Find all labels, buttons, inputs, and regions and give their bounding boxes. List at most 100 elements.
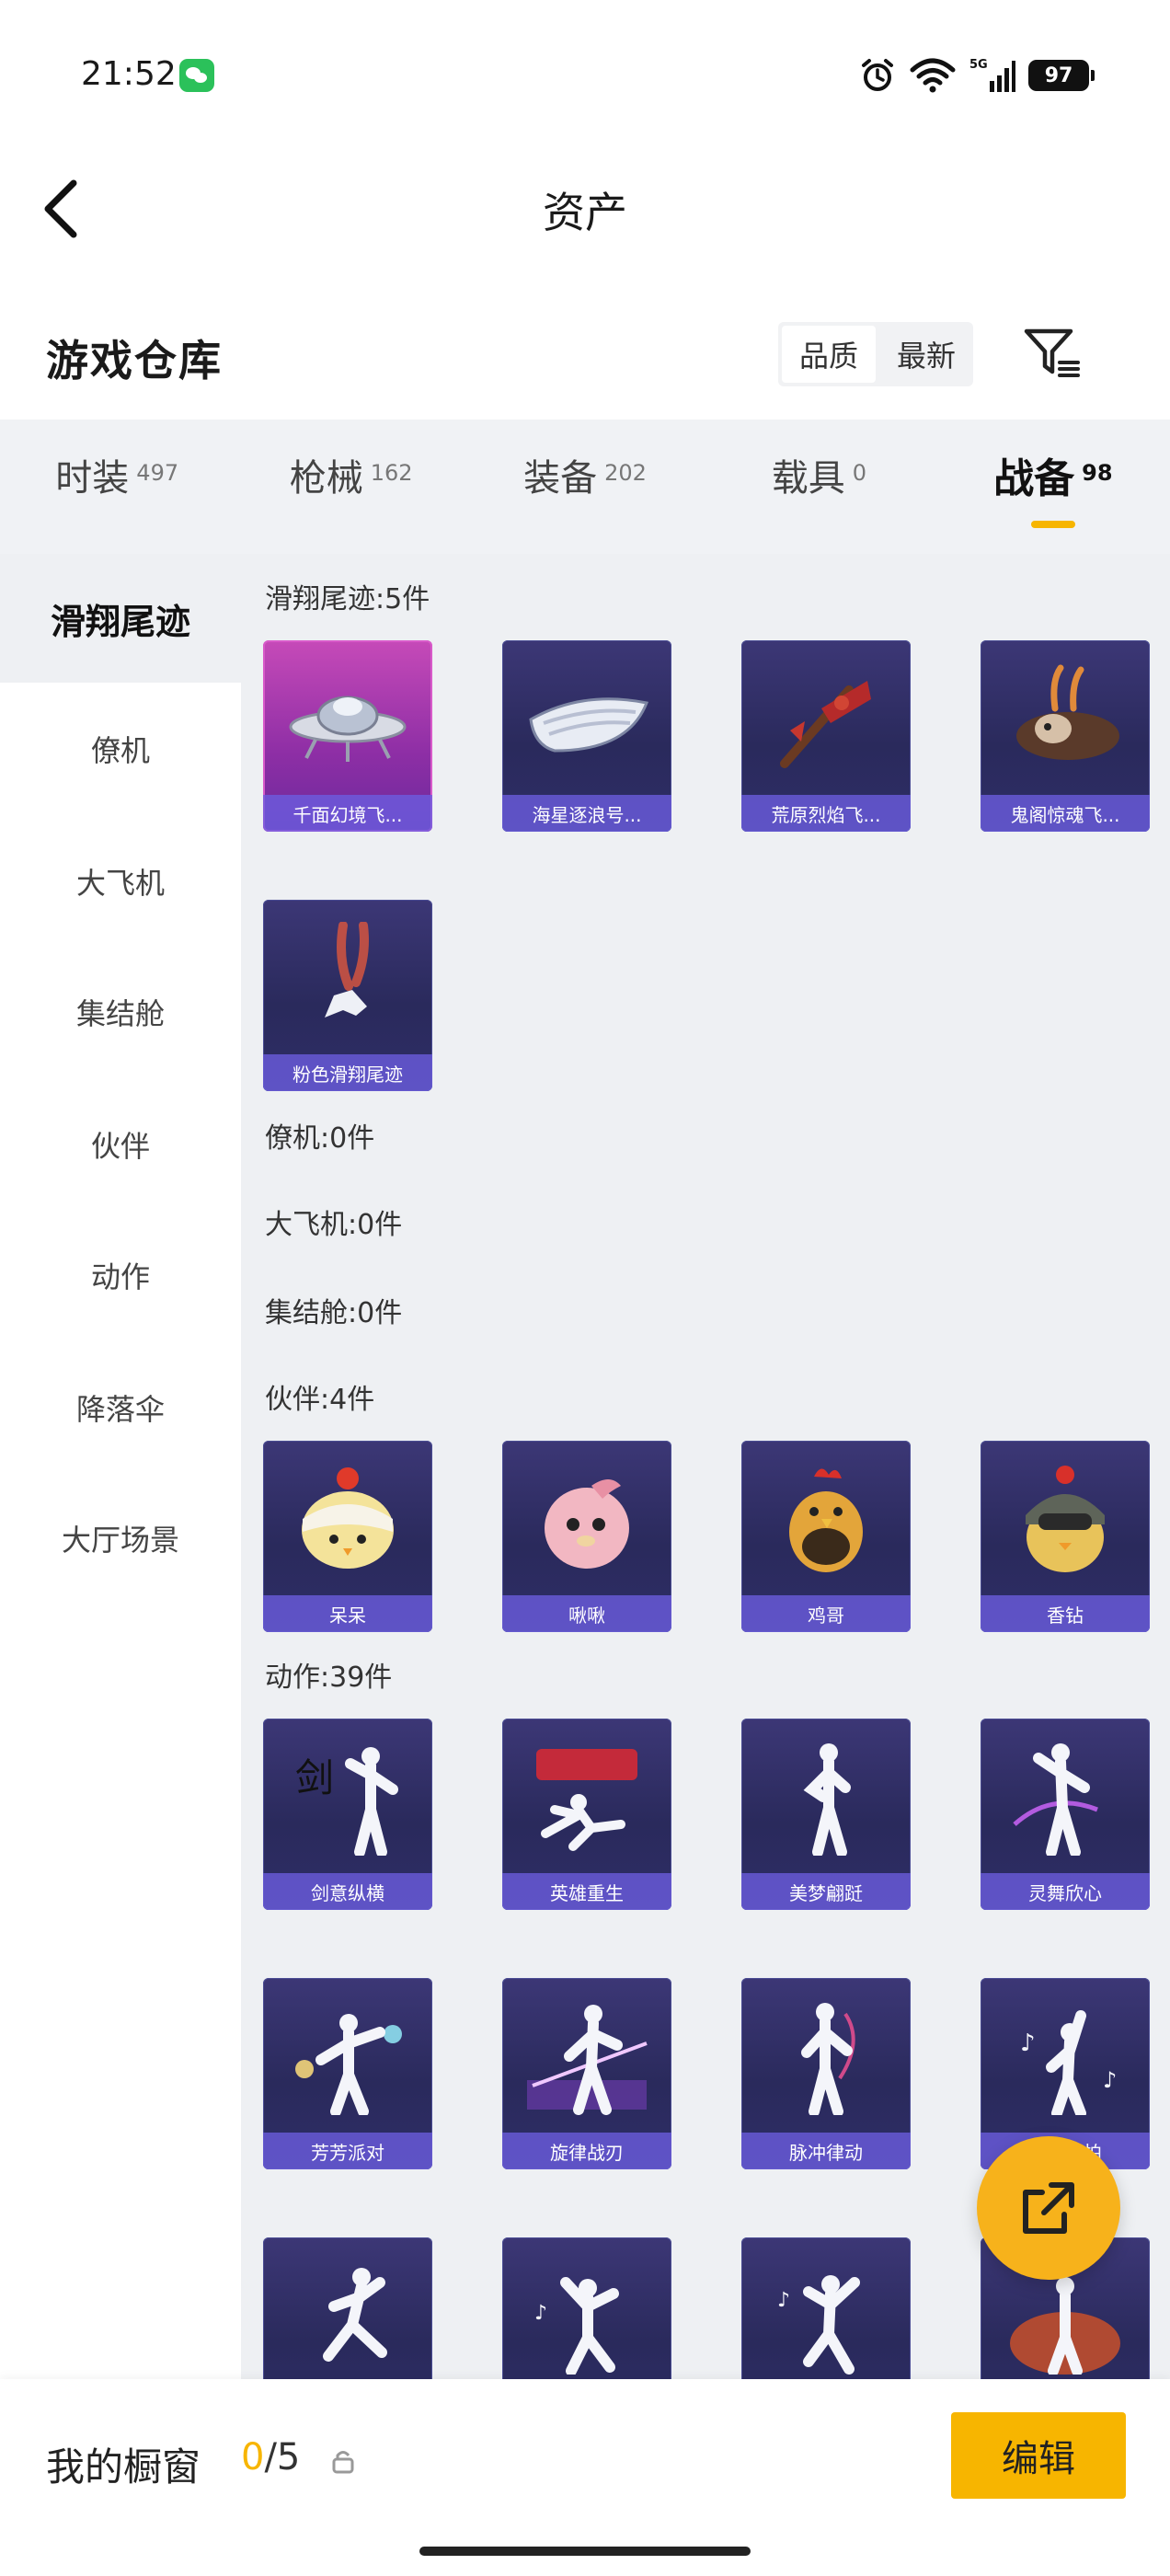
item-card[interactable]	[263, 2237, 432, 2379]
group-title-emote: 动作:39件	[265, 1662, 393, 1694]
hero-figure-art	[515, 1731, 659, 1860]
item-name: 灵舞欣心	[981, 1873, 1150, 1910]
sidebar-item-parachute[interactable]: 降落伞	[0, 1343, 241, 1472]
haunted-trail-art	[993, 653, 1137, 782]
item-card[interactable]: 香钻	[981, 1441, 1150, 1632]
music-figure-art: ♪ ♪	[993, 1991, 1137, 2120]
item-name: 香钻	[981, 1595, 1150, 1632]
tab-count: 98	[1082, 460, 1113, 486]
group-title-glide-trail: 滑翔尾迹:5件	[265, 583, 430, 615]
item-card[interactable]: 荒原烈焰飞...	[741, 640, 911, 832]
ufo-trail-art	[276, 653, 419, 782]
sidebar-item-aircraft[interactable]: 大飞机	[0, 817, 241, 946]
item-name: 美梦翩跹	[741, 1873, 911, 1910]
tab-firearms[interactable]: 枪械 162	[234, 420, 467, 530]
sidebar-item-partner[interactable]: 伙伴	[0, 1080, 241, 1209]
jump-figure-art	[276, 2250, 419, 2379]
tab-count: 162	[370, 460, 413, 486]
item-card[interactable]: 千面幻境飞...	[263, 640, 432, 832]
nav-bar: 资产	[0, 152, 1170, 262]
battery-indicator: 97	[1028, 60, 1095, 91]
subcategory-sidebar: 滑翔尾迹 僚机 大飞机 集结舱 伙伴 动作 降落伞 大厅场景	[0, 554, 241, 2379]
tab-vehicles[interactable]: 载具 0	[702, 420, 935, 530]
status-time: 21:52	[81, 55, 177, 93]
sidebar-item-lobby-scene[interactable]: 大厅场景	[0, 1474, 241, 1603]
item-card[interactable]: 芳芳派对	[263, 1978, 432, 2169]
item-card[interactable]: 啾啾	[502, 1441, 671, 1632]
tab-label: 装备	[523, 457, 598, 500]
tab-battle-gear[interactable]: 战备 98	[936, 420, 1170, 530]
item-name: 海星逐浪号...	[502, 795, 671, 832]
item-name: 荒原烈焰飞...	[741, 795, 911, 832]
group-title-pod: 集结舱:0件	[265, 1297, 403, 1329]
sidebar-item-pod[interactable]: 集结舱	[0, 948, 241, 1076]
warehouse-header: 游戏仓库 品质 最新	[0, 294, 1170, 414]
sidebar-item-glide-trail[interactable]: 滑翔尾迹	[0, 554, 241, 683]
boat-trail-art	[515, 653, 659, 782]
item-name: 啾啾	[502, 1595, 671, 1632]
group-title-partner: 伙伴:4件	[265, 1384, 375, 1416]
pose-figure-art	[754, 1731, 898, 1860]
item-name: 芳芳派对	[263, 2133, 432, 2169]
pink-smoke-trail-art	[276, 913, 419, 1041]
item-name: 千面幻境飞...	[263, 795, 432, 832]
share-icon	[1023, 2182, 1074, 2234]
edit-button[interactable]: 编辑	[951, 2412, 1126, 2499]
item-card[interactable]: 粉色滑翔尾迹	[263, 900, 432, 1091]
item-grid: 滑翔尾迹:5件 千面幻境飞... 海星逐浪号... 荒原烈焰飞... 鬼阁惊魂飞…	[241, 554, 1170, 2379]
pink-bird-partner-art	[515, 1454, 659, 1582]
tab-label: 战备	[993, 455, 1075, 502]
flame-trail-art	[754, 653, 898, 782]
filter-icon	[1024, 328, 1080, 377]
item-card[interactable]: 美梦翩跹	[741, 1719, 911, 1910]
network-label: 5G	[969, 58, 988, 72]
active-tab-indicator	[1030, 521, 1075, 528]
item-card[interactable]: 鬼阁惊魂飞...	[981, 640, 1150, 832]
lock-icon	[329, 2447, 357, 2478]
item-card[interactable]: 鸡哥	[741, 1441, 911, 1632]
item-name: 旋律战刃	[502, 2133, 671, 2169]
item-name: 脉冲律动	[741, 2133, 911, 2169]
item-card[interactable]: 海星逐浪号...	[502, 640, 671, 832]
spin-figure-art: ♪	[754, 2250, 898, 2379]
group-title-aircraft: 大飞机:0件	[265, 1209, 403, 1241]
home-indicator[interactable]	[419, 2547, 751, 2556]
wechat-icon	[179, 59, 214, 92]
item-card[interactable]: 英雄重生	[502, 1719, 671, 1910]
showcase-current: 0	[241, 2436, 265, 2478]
item-name: 粉色滑翔尾迹	[263, 1054, 432, 1091]
showcase-count: 0/5	[241, 2436, 300, 2478]
sidebar-item-emote[interactable]: 动作	[0, 1211, 241, 1340]
item-card[interactable]: 灵舞欣心	[981, 1719, 1150, 1910]
page-title: 资产	[543, 188, 627, 237]
share-button[interactable]	[977, 2136, 1120, 2280]
party-figure-art	[276, 1991, 419, 2120]
blade-figure-art	[515, 1991, 659, 2120]
item-card[interactable]: 呆呆	[263, 1441, 432, 1632]
svg-text:♪: ♪	[1020, 2030, 1036, 2057]
item-card[interactable]: 剑 剑意纵横	[263, 1719, 432, 1910]
warehouse-title: 游戏仓库	[46, 336, 223, 385]
item-card[interactable]: ♪	[502, 2237, 671, 2379]
tab-count: 497	[136, 460, 179, 486]
svg-text:♪: ♪	[777, 2289, 790, 2312]
alarm-icon	[859, 57, 896, 94]
sort-latest-button[interactable]: 最新	[879, 322, 973, 386]
tab-fashion[interactable]: 时装 497	[0, 420, 234, 530]
item-card[interactable]: 脉冲律动	[741, 1978, 911, 2169]
sidebar-item-wingman[interactable]: 僚机	[0, 684, 241, 813]
group-title-wingman: 僚机:0件	[265, 1122, 375, 1155]
item-card[interactable]: 旋律战刃	[502, 1978, 671, 2169]
showcase-total: /5	[264, 2436, 301, 2478]
signal-icon: 5G	[969, 57, 1015, 94]
item-name: 英雄重生	[502, 1873, 671, 1910]
item-card[interactable]: ♪	[741, 2237, 911, 2379]
item-name: 鬼阁惊魂飞...	[981, 795, 1150, 832]
svg-text:♪: ♪	[534, 2302, 547, 2325]
tab-equipment[interactable]: 装备 202	[468, 420, 702, 530]
filter-button[interactable]	[1021, 322, 1082, 383]
tab-label: 载具	[771, 457, 845, 500]
wifi-icon	[909, 57, 957, 94]
status-icons: 5G 97	[859, 53, 1095, 98]
sort-quality-button[interactable]: 品质	[782, 326, 876, 383]
